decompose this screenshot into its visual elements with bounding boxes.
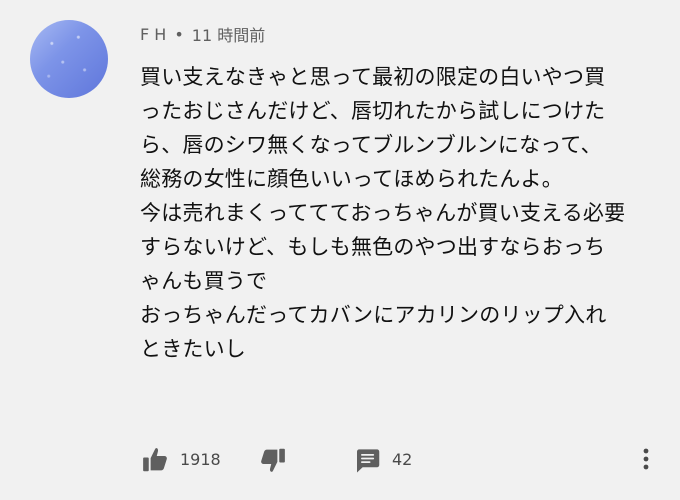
avatar[interactable] [30,20,108,98]
comment-line: 総務の女性に顔色いいってほめられたんよ。 [140,167,563,191]
comment-line: ゃんも買うで [140,269,268,293]
comment-line: 今は売れまくっててておっちゃんが買い支える必要 [140,201,626,225]
header-separator: • [174,24,184,44]
author-name[interactable]: F H [140,25,166,44]
more-options-button[interactable] [638,444,654,474]
dislike-button[interactable] [258,445,288,475]
more-vertical-icon [638,444,654,474]
comment-actions: 1918 42 [140,445,660,481]
comment-time: 11 時間前 [191,26,266,45]
comment-line: ら、唇のシワ無くなってブルンブルンになって、 [140,133,602,157]
comment-line: ったおじさんだけど、唇切れたから試しにつけた [140,99,606,123]
like-button[interactable]: 1918 [140,445,221,475]
reply-button[interactable]: 42 [352,445,412,475]
comment-line: 買い支えなきゃと思って最初の限定の白いやつ買 [140,65,606,89]
like-count: 1918 [180,450,221,469]
comment-line: おっちゃんだってカバンにアカリンのリップ入れ [140,303,607,327]
comment-line: ときたいし [140,337,246,361]
comment-icon [352,445,382,475]
thumbs-down-icon [258,445,288,475]
comment-text: 買い支えなきゃと思って最初の限定の白いやつ買 ったおじさんだけど、唇切れたから試… [140,60,655,366]
comment-header: F H • 11 時間前 [140,24,266,46]
reply-count: 42 [392,450,413,469]
comment-line: すらないけど、もしも無色のやつ出すならおっち [140,235,606,259]
thumbs-up-icon [140,445,170,475]
